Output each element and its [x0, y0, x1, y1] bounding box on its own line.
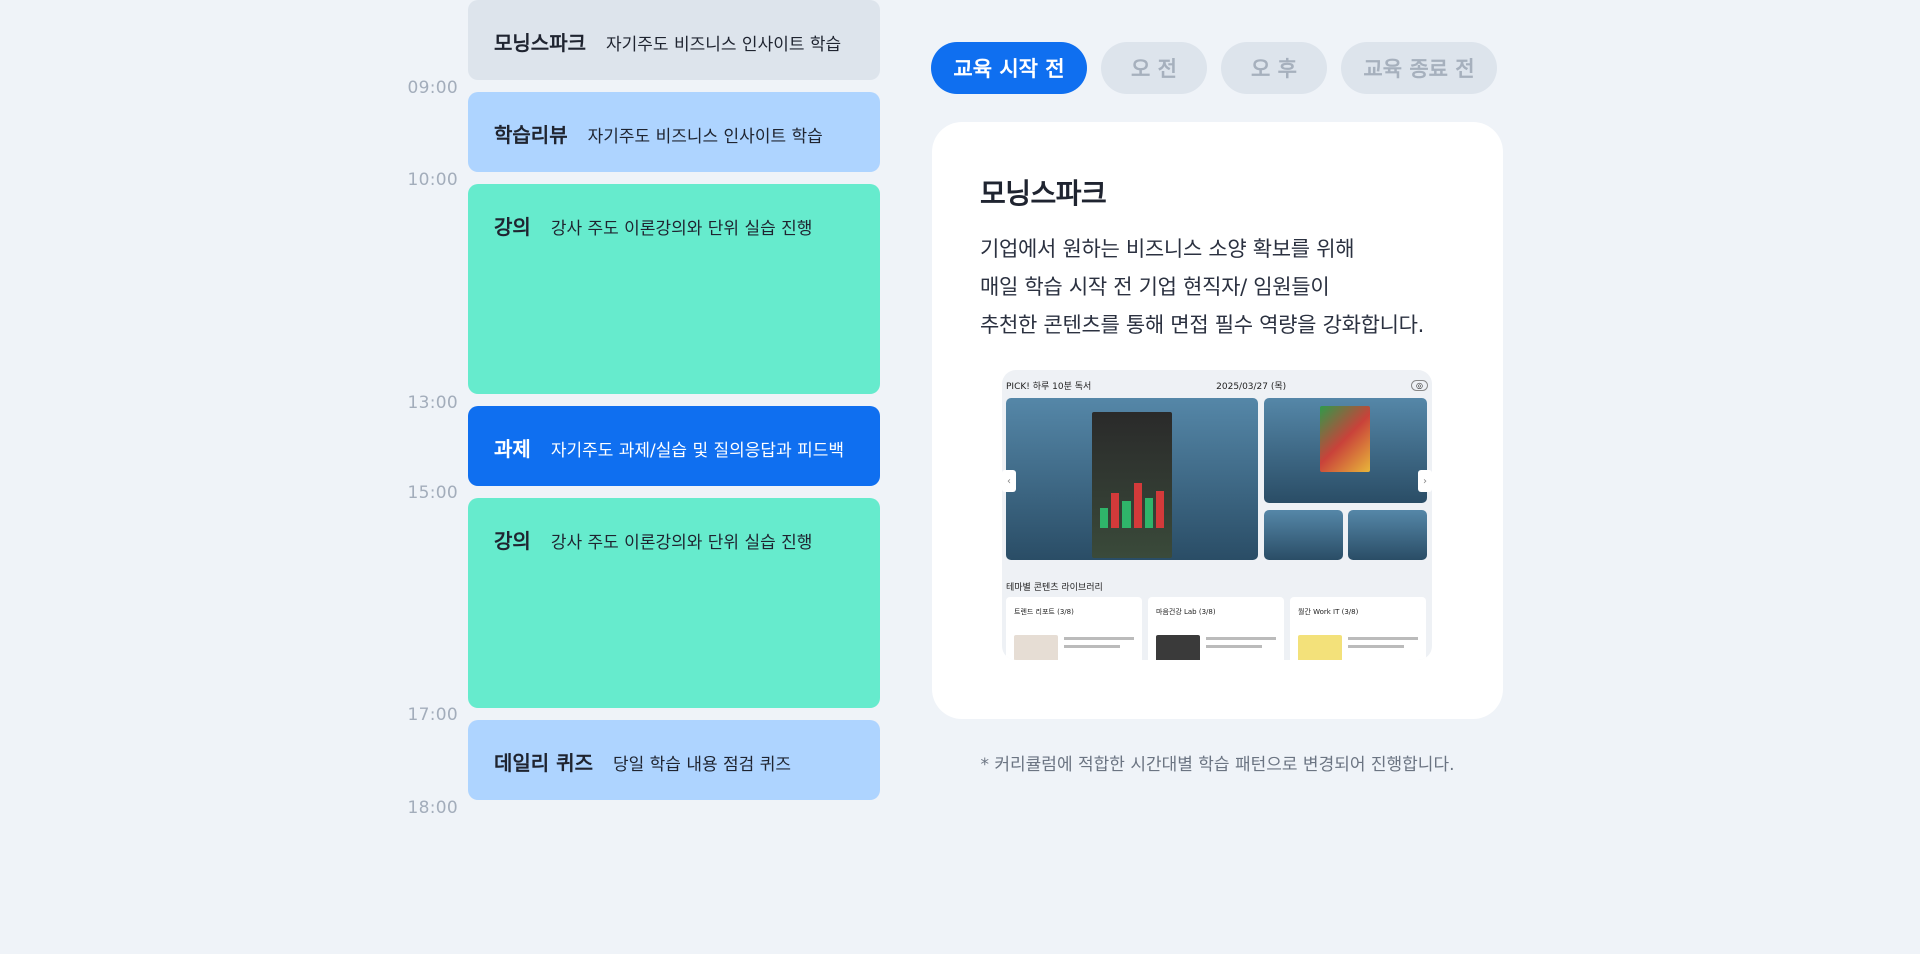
schedule-block-lecture-am: 강의 강사 주도 이론강의와 단위 실습 진행: [468, 184, 880, 394]
library-card-title: 마음건강 Lab (3/8): [1156, 608, 1216, 616]
library-card-title: 트렌드 리포트 (3/8): [1014, 608, 1074, 616]
library-title: 테마별 콘텐츠 라이브러리: [1006, 583, 1103, 593]
detail-card: 모닝스파크 기업에서 원하는 비즈니스 소양 확보를 위해 매일 학습 시작 전…: [932, 122, 1503, 719]
schedule-block-assignment: 과제 자기주도 과제/실습 및 질의응답과 피드백: [468, 406, 880, 486]
thumbnail-image: [1014, 635, 1058, 660]
time-label-1700: 17:00: [407, 705, 458, 725]
tab-before-start[interactable]: 교육 시작 전: [931, 42, 1087, 94]
library-card-title: 월간 Work IT (3/8): [1298, 608, 1359, 616]
phase-tabs: 교육 시작 전 오 전 오 후 교육 종료 전: [931, 42, 1497, 94]
schedule-block-review: 학습리뷰 자기주도 비즈니스 인사이트 학습: [468, 92, 880, 172]
calendar-icon: ◎: [1411, 379, 1428, 391]
book-cover-image: [1320, 406, 1370, 472]
block-desc: 당일 학습 내용 점검 퀴즈: [612, 755, 791, 775]
block-desc: 강사 주도 이론강의와 단위 실습 진행: [550, 219, 813, 239]
schedule-block-daily-quiz: 데일리 퀴즈 당일 학습 내용 점검 퀴즈: [468, 720, 880, 800]
time-label-1000: 10:00: [407, 170, 458, 190]
featured-book-tile: [1006, 398, 1258, 560]
block-title: 모닝스파크: [494, 31, 586, 55]
block-desc: 자기주도 비즈니스 인사이트 학습: [606, 35, 842, 55]
card-line-2: 매일 학습 시작 전 기업 현직자/ 임원들이: [980, 275, 1330, 299]
card-description: 기업에서 원하는 비즈니스 소양 확보를 위해 매일 학습 시작 전 기업 현직…: [980, 230, 1455, 344]
service-screenshot: PICK! 하루 10분 독서 2025/03/27 (목) ◎ ‹ › 테마별…: [1002, 370, 1432, 660]
tab-afternoon[interactable]: 오 후: [1221, 42, 1327, 94]
footnote: * 커리큘럼에 적합한 시간대별 학습 패턴으로 변경되어 진행합니다.: [980, 755, 1455, 775]
chevron-left-icon[interactable]: ‹: [1002, 470, 1016, 492]
block-desc: 자기주도 비즈니스 인사이트 학습: [587, 127, 823, 147]
card-line-3: 추천한 콘텐츠를 통해 면접 필수 역량을 강화합니다.: [980, 313, 1425, 337]
card-line-1: 기업에서 원하는 비즈니스 소양 확보를 위해: [980, 237, 1355, 261]
block-desc: 강사 주도 이론강의와 단위 실습 진행: [550, 533, 813, 553]
library-card: 트렌드 리포트 (3/8): [1006, 597, 1142, 660]
time-label-0900: 09:00: [407, 78, 458, 98]
block-title: 학습리뷰: [494, 123, 568, 147]
block-title: 데일리 퀴즈: [494, 751, 593, 775]
tab-before-end[interactable]: 교육 종료 전: [1341, 42, 1497, 94]
book-tile-small-1: [1264, 510, 1343, 560]
thumbnail-image: [1298, 635, 1342, 660]
library-card: 월간 Work IT (3/8): [1290, 597, 1426, 660]
time-label-1500: 15:00: [407, 483, 458, 503]
schedule-block-morning-spark: 모닝스파크 자기주도 비즈니스 인사이트 학습: [468, 0, 880, 80]
thumbnail-image: [1156, 635, 1200, 660]
screenshot-date: 2025/03/27 (목): [1216, 381, 1287, 392]
book-cover-image: [1092, 412, 1172, 558]
tab-morning[interactable]: 오 전: [1101, 42, 1207, 94]
library-card: 마음건강 Lab (3/8): [1148, 597, 1284, 660]
block-desc: 자기주도 과제/실습 및 질의응답과 피드백: [550, 441, 845, 461]
book-tile-esg: [1264, 398, 1427, 503]
time-label-1800: 18:00: [407, 798, 458, 818]
screenshot-header-title: PICK! 하루 10분 독서: [1006, 381, 1092, 392]
card-title: 모닝스파크: [980, 177, 1107, 210]
block-title: 강의: [494, 215, 531, 239]
schedule-block-lecture-pm: 강의 강사 주도 이론강의와 단위 실습 진행: [468, 498, 880, 708]
time-label-1300: 13:00: [407, 393, 458, 413]
screenshot-header: PICK! 하루 10분 독서 2025/03/27 (목) ◎: [1006, 378, 1428, 392]
chart-graphic: [1100, 478, 1165, 528]
chevron-right-icon[interactable]: ›: [1418, 470, 1432, 492]
block-title: 과제: [494, 437, 531, 461]
book-tile-small-2: [1348, 510, 1427, 560]
block-title: 강의: [494, 529, 531, 553]
